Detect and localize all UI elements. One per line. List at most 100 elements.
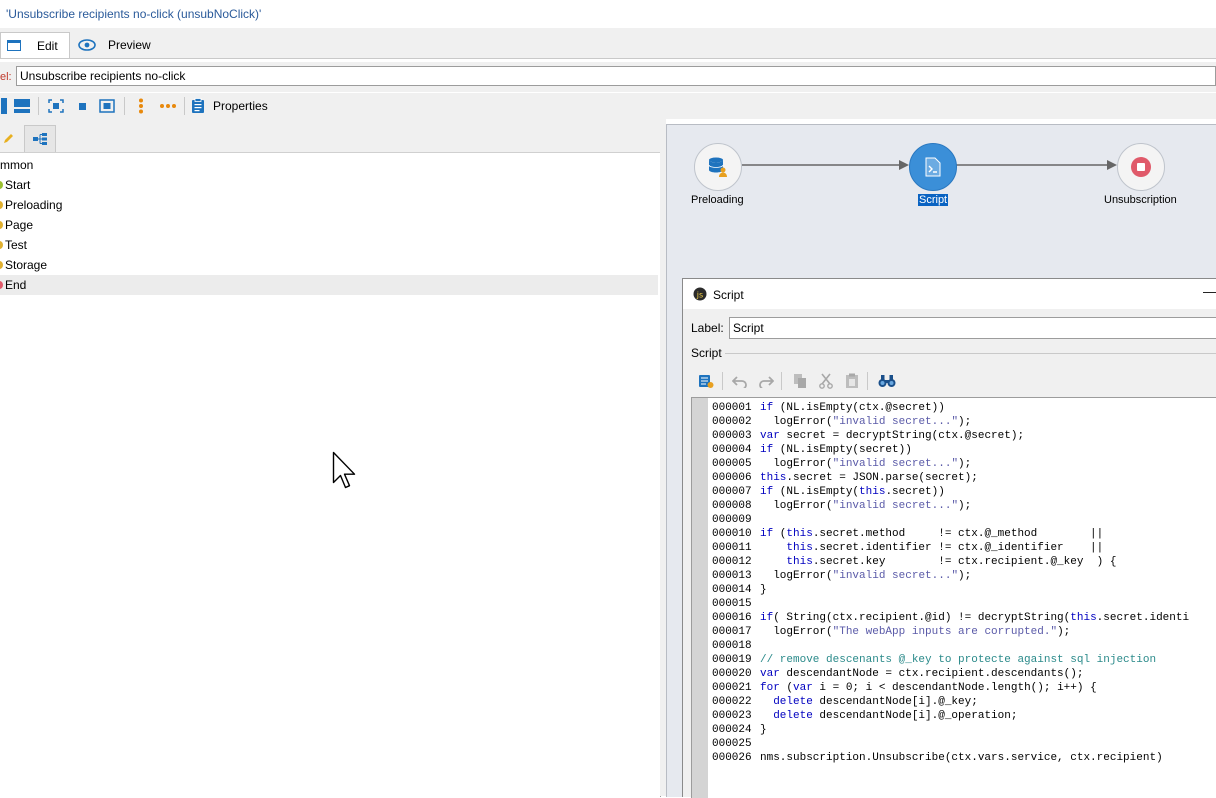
database-user-icon (708, 157, 727, 177)
code-line: 000024} (712, 723, 1189, 737)
tab-edit[interactable]: Edit (0, 32, 70, 58)
editor-gutter (692, 398, 708, 798)
dialog-title-bar: js Script — (683, 279, 1216, 309)
line-number: 000003 (712, 430, 752, 442)
node-script[interactable] (909, 143, 957, 191)
pencil-icon (4, 134, 13, 143)
zoom-selection-button[interactable] (97, 96, 117, 116)
tab-hierarchy[interactable] (24, 125, 56, 152)
line-number: 000012 (712, 556, 752, 568)
node-preloading-label: Preloading (691, 194, 744, 206)
insert-field-button[interactable] (696, 371, 716, 391)
hierarchy-icon (33, 133, 47, 145)
code-line: 000021 for (var i = 0; i < descendantNode… (712, 681, 1189, 695)
activity-icon (0, 221, 3, 229)
layout-horizontal-button[interactable] (12, 96, 32, 116)
cut-button[interactable] (815, 371, 837, 391)
script-dialog: js Script — Label: Script Script 000001 … (682, 278, 1216, 798)
zoom-fit-icon (99, 99, 115, 113)
undo-button[interactable] (729, 371, 751, 391)
line-number: 000010 (712, 528, 752, 540)
code-text: var descendantNode = ctx.recipient.desce… (760, 668, 1084, 680)
undo-icon (732, 376, 747, 388)
line-number: 000025 (712, 738, 752, 750)
paste-button[interactable] (841, 371, 863, 391)
tree-item-label: Preloading (5, 198, 63, 212)
find-button[interactable] (875, 371, 899, 391)
insert-field-icon (699, 375, 714, 388)
script-icon (925, 157, 941, 177)
line-number: 000014 (712, 584, 752, 596)
tree-item-page[interactable]: Page (0, 215, 658, 235)
code-line: 000018 (712, 639, 1189, 653)
code-line: 000025 (712, 737, 1189, 751)
code-line: 000023 delete descendantNode[i].@_operat… (712, 709, 1189, 723)
tree-item-label: Start (5, 178, 31, 192)
layout-vertical-icon (1, 98, 7, 114)
node-unsubscription[interactable] (1117, 143, 1165, 191)
label-row: el: (0, 62, 1216, 92)
layout-vertical-button[interactable] (0, 96, 8, 116)
line-number: 000018 (712, 640, 752, 652)
toolbar-separator (781, 372, 782, 390)
line-number: 000023 (712, 710, 752, 722)
code-area[interactable]: 000001 if (NL.isEmpty(ctx.@secret)) 00000… (712, 401, 1189, 765)
actual-size-button[interactable] (74, 96, 90, 116)
toolbar-separator (184, 97, 185, 115)
line-number: 000022 (712, 696, 752, 708)
code-line: 000022 delete descendantNode[i].@_key; (712, 695, 1189, 709)
tree-item-test[interactable]: Test (0, 235, 658, 255)
tab-properties-edit[interactable] (0, 125, 18, 151)
label-caption: el: (0, 71, 12, 83)
line-number: 000013 (712, 570, 752, 582)
tab-preview[interactable]: Preview (74, 32, 164, 57)
dialog-title: Script (713, 288, 744, 302)
toolbar-separator (124, 97, 125, 115)
line-number: 000015 (712, 598, 752, 610)
code-line: 000009 (712, 513, 1189, 527)
paste-icon (846, 373, 858, 388)
copy-button[interactable] (789, 371, 811, 391)
line-number: 000005 (712, 458, 752, 470)
code-text: logError("invalid secret..."); (760, 570, 972, 582)
properties-button[interactable]: Properties (191, 96, 271, 116)
line-number: 000006 (712, 472, 752, 484)
redo-button[interactable] (755, 371, 777, 391)
code-text: if (this.secret.method != ctx.@_method |… (760, 528, 1104, 540)
line-number: 000002 (712, 416, 752, 428)
arrow-head (1107, 160, 1117, 170)
end-icon (0, 281, 3, 289)
vertical-layout-button[interactable] (133, 96, 149, 116)
properties-label: Properties (213, 99, 268, 113)
script-editor[interactable]: 000001 if (NL.isEmpty(ctx.@secret)) 00000… (691, 397, 1216, 798)
tree-item-end[interactable]: End (0, 275, 658, 295)
code-text: logError("invalid secret..."); (760, 458, 972, 470)
label-input[interactable] (16, 66, 1216, 86)
code-text: if (NL.isEmpty(this.secret)) (760, 486, 945, 498)
code-line: 000026 nms.subscription.Unsubscribe(ctx.v… (712, 751, 1189, 765)
tree-item-label: Page (5, 218, 34, 232)
line-number: 000011 (712, 542, 752, 554)
code-line: 000016 if( String(ctx.recipient.@id) != d… (712, 611, 1189, 625)
activity-icon (0, 261, 3, 269)
code-line: 000005 logError("invalid secret..."); (712, 457, 1189, 471)
dialog-label-input[interactable] (729, 317, 1216, 339)
tree-item-common[interactable]: mmon (0, 155, 658, 175)
line-number: 000004 (712, 444, 752, 456)
binoculars-icon (878, 375, 896, 387)
tree-item-start[interactable]: Start (0, 175, 658, 195)
horizontal-layout-button[interactable] (156, 96, 180, 116)
code-text: if( String(ctx.recipient.@id) != decrypt… (760, 612, 1190, 624)
code-line: 000001 if (NL.isEmpty(ctx.@secret)) (712, 401, 1189, 415)
tree-item-preloading[interactable]: Preloading (0, 195, 658, 215)
group-divider (725, 353, 1216, 354)
tab-preview-label: Preview (108, 37, 151, 52)
tree-item-label: Test (5, 238, 28, 252)
node-preloading[interactable] (694, 143, 742, 191)
code-text: if (NL.isEmpty(ctx.@secret)) (760, 402, 945, 414)
minimize-button[interactable]: — (1203, 284, 1216, 299)
tree-item-storage[interactable]: Storage (0, 255, 658, 275)
script-group-caption: Script (691, 346, 722, 360)
toolbar-separator (38, 97, 39, 115)
fit-view-button[interactable] (46, 96, 66, 116)
